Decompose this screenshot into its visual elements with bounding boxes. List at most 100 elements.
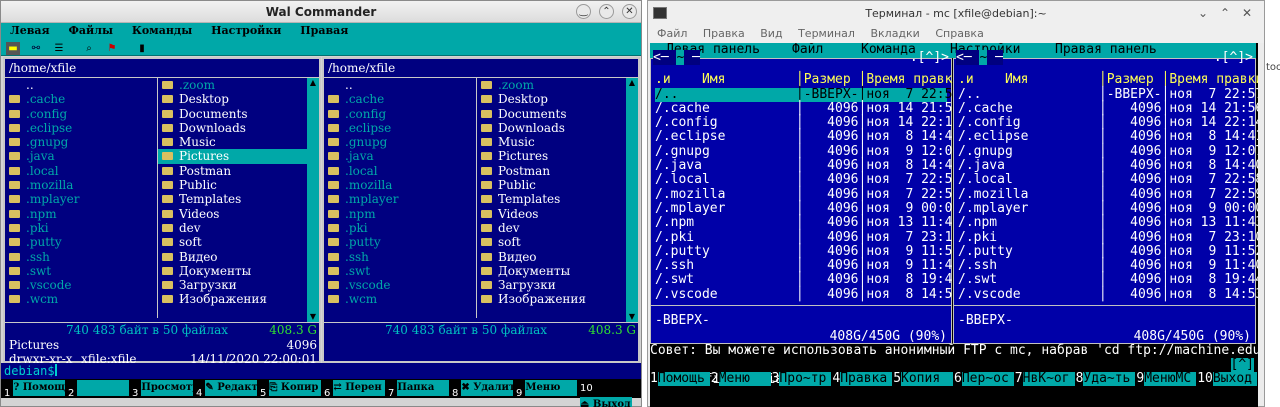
file-item[interactable]: Загрузки xyxy=(477,278,626,292)
minimize-button[interactable]: ⌄ xyxy=(1198,6,1208,20)
terminal-screen[interactable]: Левая панель Файл Команда Настройки Прав… xyxy=(650,43,1258,407)
fkey-1-button[interactable]: 1? Помощь xyxy=(4,380,66,399)
file-item[interactable]: .putty xyxy=(5,235,157,249)
file-row[interactable]: /.swt │ 4096│ноя 8 19:44 xyxy=(958,273,1258,288)
file-item[interactable]: .mplayer xyxy=(5,192,157,206)
mc-fkey-1-button[interactable]: 1Помощь xyxy=(650,371,710,387)
scroll-down-icon[interactable]: ▼ xyxy=(308,312,318,322)
file-row[interactable]: /.eclipse │ 4096│ноя 8 14:41 xyxy=(655,130,960,145)
mc-menu-right[interactable]: Правая панель xyxy=(1055,43,1157,57)
search-icon[interactable]: ⌕ xyxy=(82,42,96,55)
file-item[interactable]: .putty xyxy=(324,235,476,249)
file-row[interactable]: /.putty │ 4096│ноя 9 11:52 xyxy=(958,244,1258,259)
terminal-icon[interactable]: ▬ xyxy=(6,42,20,55)
menu-help[interactable]: Справка xyxy=(935,27,983,40)
file-row[interactable]: /.swt │ 4096│ноя 8 19:44 xyxy=(655,273,960,288)
file-row[interactable]: /.vscode │ 4096│ноя 8 14:53 xyxy=(655,287,960,302)
right-scrollbar[interactable]: ▲ ▼ xyxy=(626,78,638,322)
file-row[interactable]: /.cache │ 4096│ноя 14 21:56 xyxy=(655,101,960,116)
menu-left[interactable]: Левая xyxy=(10,23,50,38)
mc-fkey-7-button[interactable]: 7НвК~ог xyxy=(1015,371,1075,387)
file-item[interactable]: Изображения xyxy=(158,292,307,306)
file-item[interactable]: .config xyxy=(5,107,157,121)
file-item[interactable]: .local xyxy=(5,164,157,178)
fkey-7-button[interactable]: 7Папка xyxy=(388,380,450,399)
file-row[interactable]: /.putty │ 4096│ноя 9 11:52 xyxy=(655,244,960,259)
file-item[interactable]: .eclipse xyxy=(324,121,476,135)
menu-settings[interactable]: Настройки xyxy=(211,23,281,38)
menu-terminal[interactable]: Терминал xyxy=(798,27,855,40)
mc-fkey-2-button[interactable]: 2Меню xyxy=(711,371,771,387)
menu-edit[interactable]: Правка xyxy=(703,27,745,40)
network-icon[interactable]: ⚯ xyxy=(29,42,43,55)
file-row[interactable]: /.. │-ВВЕРХ-│ноя 7 22:57 xyxy=(655,87,960,102)
file-row[interactable]: /.pki │ 4096│ноя 7 23:10 xyxy=(958,230,1258,245)
file-item[interactable]: .swt xyxy=(324,264,476,278)
file-item[interactable]: Postman xyxy=(477,164,626,178)
left-scrollbar[interactable]: ▲ ▼ xyxy=(307,78,319,322)
column-headers[interactable]: .и Имя │Размер │Время правки xyxy=(958,72,1258,87)
file-item[interactable]: Видео xyxy=(477,250,626,264)
close-button[interactable]: ✕ xyxy=(1242,6,1252,20)
file-item[interactable]: .. xyxy=(324,78,476,92)
file-item[interactable]: soft xyxy=(477,235,626,249)
file-item[interactable]: Public xyxy=(477,178,626,192)
file-item[interactable]: .local xyxy=(324,164,476,178)
fkey-4-button[interactable]: 4✎ Редакт xyxy=(196,380,258,399)
menu-view[interactable]: Вид xyxy=(760,27,782,40)
file-item[interactable]: Видео xyxy=(158,250,307,264)
file-item[interactable]: .wcm xyxy=(5,292,157,306)
file-row[interactable]: /.eclipse │ 4096│ноя 8 14:41 xyxy=(958,130,1258,145)
file-item[interactable]: Documents xyxy=(158,107,307,121)
file-item[interactable]: .cache xyxy=(324,92,476,106)
file-item[interactable]: Templates xyxy=(158,192,307,206)
mc-right-panel[interactable]: <─ ~ ─ .[^]> .и Имя │Размер │Время правки /… xyxy=(953,50,1258,344)
file-item[interactable]: Pictures xyxy=(477,149,626,163)
mc-menu-command[interactable]: Команда xyxy=(861,43,916,57)
file-item[interactable]: .mplayer xyxy=(324,192,476,206)
file-item[interactable]: .gnupg xyxy=(5,135,157,149)
scroll-down-icon[interactable]: ▼ xyxy=(627,312,637,322)
file-row[interactable]: /.npm │ 4096│ноя 13 11:43 xyxy=(958,215,1258,230)
file-item[interactable]: Загрузки xyxy=(158,278,307,292)
right-file-column-1[interactable]: .. .cache .config .eclipse .gnupg .java .local… xyxy=(324,78,476,307)
file-item[interactable]: .pki xyxy=(5,221,157,235)
file-item[interactable]: .zoom xyxy=(477,78,626,92)
fkey-6-button[interactable]: 6⇄ Перен xyxy=(324,380,386,399)
mc-fkey-6-button[interactable]: 6Пер~ос xyxy=(954,371,1014,387)
file-item[interactable]: .mozilla xyxy=(5,178,157,192)
menu-tabs[interactable]: Вкладки xyxy=(870,27,919,40)
file-item[interactable]: Downloads xyxy=(477,121,626,135)
fkey-9-button[interactable]: 9Меню xyxy=(516,380,578,399)
maximize-button[interactable]: ⌃ xyxy=(599,4,614,19)
mc-menu-file[interactable]: Файл xyxy=(792,43,823,57)
file-item[interactable]: .gnupg xyxy=(324,135,476,149)
file-item[interactable]: .npm xyxy=(324,207,476,221)
file-item[interactable]: Videos xyxy=(477,207,626,221)
file-item[interactable]: dev xyxy=(477,221,626,235)
file-row[interactable]: /.npm │ 4096│ноя 13 11:43 xyxy=(655,215,960,230)
command-line[interactable]: debian$ xyxy=(1,363,641,379)
panel-top-right-controls[interactable]: .[^]> xyxy=(1214,50,1253,65)
file-row[interactable]: /.local │ 4096│ноя 7 22:58 xyxy=(958,172,1258,187)
mc-fkey-3-button[interactable]: 3Про~тр xyxy=(772,371,832,387)
close-button[interactable]: ✕ xyxy=(622,4,637,19)
file-row[interactable]: /.mozilla │ 4096│ноя 7 22:59 xyxy=(655,187,960,202)
file-item[interactable]: Public xyxy=(158,178,307,192)
file-item[interactable]: .zoom xyxy=(158,78,307,92)
file-item[interactable]: .ssh xyxy=(324,250,476,264)
file-item[interactable]: Postman xyxy=(158,164,307,178)
compare-icon[interactable]: ☰ xyxy=(52,42,66,55)
panel-top-right-controls[interactable]: .[^]> xyxy=(910,50,949,65)
scroll-up-icon[interactable]: ▲ xyxy=(627,78,637,88)
mc-fkey-9-button[interactable]: 9МенюМС xyxy=(1136,371,1197,387)
file-item[interactable]: dev xyxy=(158,221,307,235)
file-item[interactable]: .pki xyxy=(324,221,476,235)
file-item[interactable]: Music xyxy=(477,135,626,149)
file-item[interactable]: .java xyxy=(324,149,476,163)
file-item[interactable]: Templates xyxy=(477,192,626,206)
file-row[interactable]: /.gnupg │ 4096│ноя 9 12:07 xyxy=(655,144,960,159)
right-file-list[interactable]: .. .cache .config .eclipse .gnupg .java .local… xyxy=(324,77,638,373)
menu-right[interactable]: Правая xyxy=(300,23,348,38)
minimize-button[interactable]: ‿ xyxy=(576,4,591,19)
